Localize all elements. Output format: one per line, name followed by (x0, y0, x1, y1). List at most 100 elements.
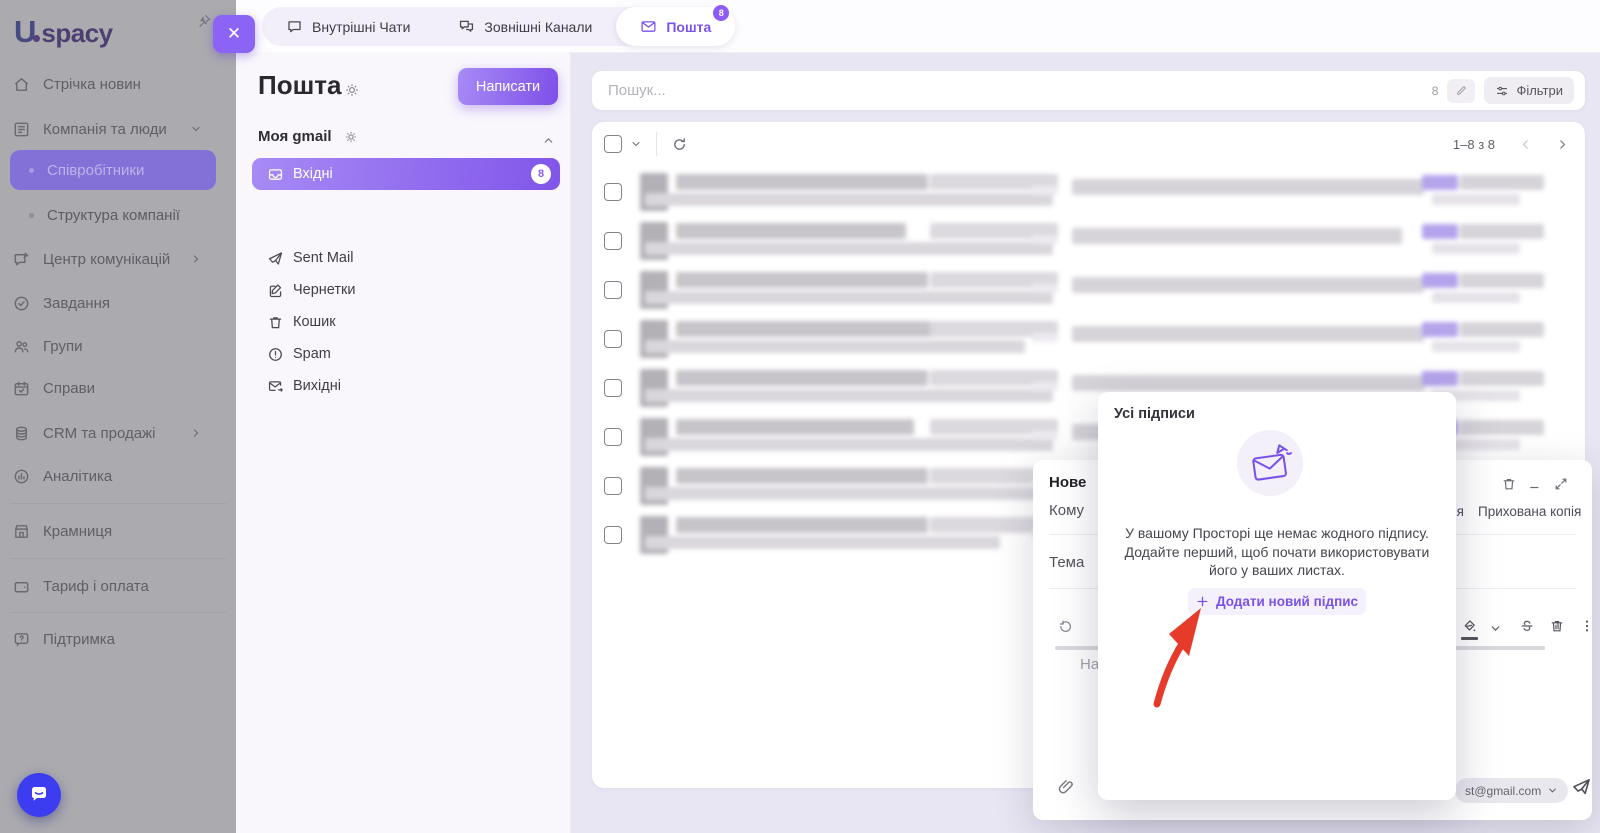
folder-label: Вихідні (293, 378, 341, 394)
folder-outbox[interactable]: Вихідні (252, 370, 560, 402)
mail-settings-gear-icon[interactable] (344, 82, 360, 98)
compose-title: Нове (1049, 474, 1086, 491)
sidebar-item-label: Співробітники (47, 162, 144, 179)
popup-title: Усі підписи (1114, 406, 1195, 422)
top-bar: Внутрішні Чати Зовнішні Канали Пошта 8 (236, 0, 1600, 53)
add-signature-button[interactable]: Додати новий підпис (1188, 588, 1366, 615)
sidebar-item-activities[interactable]: Справи (12, 371, 224, 405)
account-gear-icon[interactable] (344, 130, 358, 144)
signatures-popup: Усі підписи У вашому Просторі ще немає ж… (1098, 392, 1456, 800)
pen-icon[interactable] (1447, 79, 1475, 103)
sidebar-item-tasks[interactable]: Завдання (12, 286, 224, 320)
toolbar-divider (656, 132, 657, 156)
subject-field-label[interactable]: Тема (1049, 554, 1084, 571)
popup-message-line: його у ваших листах. (1112, 561, 1442, 580)
inbox-count-badge: 8 (531, 164, 551, 184)
expand-icon[interactable] (1553, 476, 1569, 492)
mail-out-icon (267, 378, 284, 395)
sidebar-item-crm[interactable]: CRM та продажі (12, 416, 224, 450)
folder-label: Вхідні (293, 166, 333, 182)
tab-internal-chats[interactable]: Внутрішні Чати (262, 7, 434, 46)
folder-drafts[interactable]: Чернетки (252, 274, 560, 306)
app-logo: U spacy (14, 14, 113, 56)
logo-letter: U (14, 14, 35, 50)
sidebar-item-groups[interactable]: Групи (12, 329, 224, 363)
blurred-email-content (592, 217, 1585, 266)
folder-label: Sent Mail (293, 250, 353, 266)
email-row[interactable] (592, 168, 1585, 217)
attach-paperclip-icon[interactable] (1057, 778, 1075, 796)
page-prev-chevron-left-icon[interactable] (1519, 138, 1532, 151)
compose-button[interactable]: Написати (458, 68, 558, 105)
sidebar-item-employees[interactable]: Співробітники (12, 155, 224, 185)
highlight-color-icon[interactable] (1461, 618, 1478, 635)
sidebar-item-analytics[interactable]: Аналітика (12, 459, 224, 493)
sidebar-item-communication-center[interactable]: Центр комунікацій (12, 242, 224, 276)
sidebar-item-label: CRM та продажі (43, 425, 155, 442)
folder-spam[interactable]: Spam (252, 338, 560, 370)
select-all-checkbox[interactable] (604, 135, 622, 153)
sidebar-item-newsfeed[interactable]: Стрічка новин (12, 67, 224, 101)
email-row[interactable] (592, 315, 1585, 364)
company-list-icon (12, 120, 31, 139)
to-field-label[interactable]: Кому (1049, 502, 1084, 519)
refresh-icon[interactable] (671, 136, 688, 153)
logo-dot (33, 35, 40, 42)
sidebar-item-company-structure[interactable]: Структура компанії (12, 200, 224, 230)
strikethrough-icon[interactable] (1519, 618, 1535, 634)
sidebar-item-marketplace[interactable]: Крамниця (12, 514, 224, 548)
sidebar-divider (10, 612, 226, 613)
send-button-paper-plane-icon[interactable] (1571, 776, 1592, 797)
chat-pen-icon (12, 250, 31, 269)
folder-trash[interactable]: Кошик (252, 306, 560, 338)
tab-mail[interactable]: Пошта 8 (616, 7, 735, 46)
close-sidebar-button[interactable]: ✕ (213, 15, 255, 53)
inbox-icon (267, 166, 284, 183)
check-circle-icon (12, 294, 31, 313)
trash-icon (267, 314, 284, 331)
app-window: Внутрішні Чати Зовнішні Канали Пошта 8 П… (0, 0, 1600, 833)
bcc-link[interactable]: Прихована копія (1478, 504, 1581, 519)
tab-external-channels[interactable]: Зовнішні Канали (434, 7, 616, 46)
page-next-chevron-right-icon[interactable] (1556, 138, 1569, 151)
bullet-icon (29, 213, 34, 218)
select-menu-chevron-down-icon[interactable] (630, 138, 642, 150)
sidebar-item-label: Аналітика (43, 468, 112, 485)
help-bubble-icon (12, 630, 31, 649)
filters-button[interactable]: Фільтри (1484, 77, 1574, 104)
from-account-selector[interactable]: st@gmail.com (1455, 778, 1568, 803)
folder-inbox[interactable]: Вхідні 8 (252, 158, 560, 190)
sidebar-item-billing[interactable]: Тариф і оплата (12, 569, 224, 603)
search-input[interactable] (592, 82, 1432, 99)
collapse-account-chevron-up-icon[interactable] (542, 134, 555, 147)
email-row[interactable] (592, 266, 1585, 315)
coins-icon (12, 424, 31, 443)
mail-account-row: Моя gmail (258, 128, 358, 145)
email-row[interactable] (592, 217, 1585, 266)
sidebar: U spacy Стрічка новин Компанія та люди С… (0, 0, 236, 833)
warning-circle-icon (267, 346, 284, 363)
sidebar-item-label: Справи (43, 380, 95, 397)
plus-icon (1196, 595, 1209, 608)
signature-illustration (1237, 430, 1303, 496)
sidebar-item-label: Підтримка (43, 631, 115, 648)
delete-format-trash-icon[interactable] (1549, 618, 1565, 634)
envelope-icon (640, 18, 657, 35)
popup-message-line: Додайте перший, щоб почати використовува… (1112, 543, 1442, 562)
minimize-icon[interactable] (1528, 476, 1542, 492)
folder-sent[interactable]: Sent Mail (252, 242, 560, 274)
highlight-chevron-down-icon[interactable] (1489, 622, 1502, 635)
undo-icon[interactable] (1057, 618, 1074, 635)
chevron-right-icon (190, 253, 202, 265)
sidebar-item-support[interactable]: Підтримка (12, 622, 224, 656)
support-chat-fab[interactable] (17, 773, 61, 817)
add-signature-label: Додати новий підпис (1216, 594, 1358, 609)
sidebar-item-label: Тариф і оплата (43, 578, 149, 595)
pin-icon[interactable] (197, 13, 212, 30)
folder-label: Кошик (293, 314, 336, 330)
sidebar-item-company[interactable]: Компанія та люди (12, 112, 224, 146)
more-options-dots-icon[interactable] (1579, 618, 1595, 634)
bullet-icon (29, 168, 34, 173)
blurred-email-content (592, 168, 1585, 217)
discard-trash-icon[interactable] (1501, 476, 1517, 492)
